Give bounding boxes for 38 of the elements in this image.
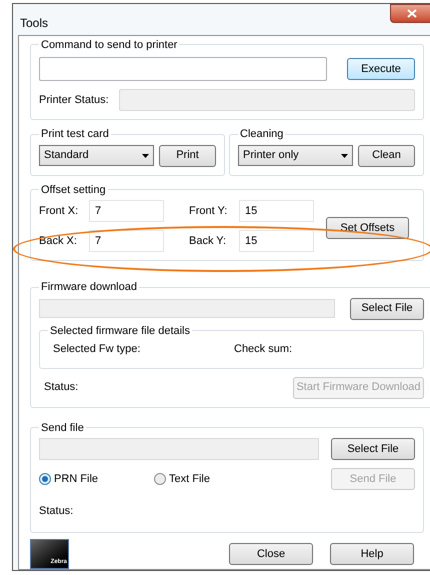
group-label: Firmware download xyxy=(40,280,138,295)
field-label: Status: xyxy=(43,380,78,396)
group-label: Selected firmware file details xyxy=(49,324,192,338)
print-button[interactable]: Print xyxy=(159,144,216,166)
clean-button[interactable]: Clean xyxy=(358,144,415,166)
offset-input-field[interactable]: 15 xyxy=(239,230,314,252)
offset-input-field[interactable]: 7 xyxy=(89,230,164,252)
field-label: Back X: xyxy=(39,234,78,249)
group-label: Cleaning xyxy=(239,127,284,142)
select-file-button[interactable]: Select File xyxy=(350,298,424,320)
dropdown[interactable]: Printer only xyxy=(238,145,353,166)
close-dialog-button[interactable]: Close xyxy=(229,543,313,565)
radio-option[interactable]: Text File xyxy=(154,470,269,488)
field-label: Printer Status: xyxy=(39,92,109,108)
field-label: Front X: xyxy=(39,204,80,219)
field-label: Back Y: xyxy=(188,234,228,249)
select-file-button[interactable]: Select File xyxy=(331,438,415,460)
group-label: Offset setting xyxy=(40,182,107,198)
field-label: Check sum: xyxy=(234,342,294,357)
group-label: Send file xyxy=(40,420,85,436)
field-label: Status: xyxy=(39,505,74,517)
dropdown-caret-icon xyxy=(341,154,348,158)
field-label: Front Y: xyxy=(188,204,228,219)
radio-option[interactable]: PRN File xyxy=(39,470,154,488)
help-button[interactable]: Help xyxy=(330,543,414,565)
set-offsets-button[interactable]: Set Offsets xyxy=(326,217,409,239)
execute-button[interactable]: Execute xyxy=(347,58,415,80)
group-label: Command to send to printer xyxy=(40,38,178,52)
window-title: Tools xyxy=(20,15,48,32)
offset-input-field[interactable]: 15 xyxy=(239,200,314,222)
close-button[interactable] xyxy=(390,4,430,23)
command-input-field[interactable] xyxy=(39,57,327,81)
group-label: Print test card xyxy=(40,127,110,142)
dropdown[interactable]: Standard xyxy=(39,145,154,166)
close-icon xyxy=(406,9,416,18)
offset-input-field[interactable]: 7 xyxy=(89,200,164,222)
dropdown-caret-icon xyxy=(142,154,149,158)
field-label: Selected Fw type: xyxy=(53,342,142,357)
